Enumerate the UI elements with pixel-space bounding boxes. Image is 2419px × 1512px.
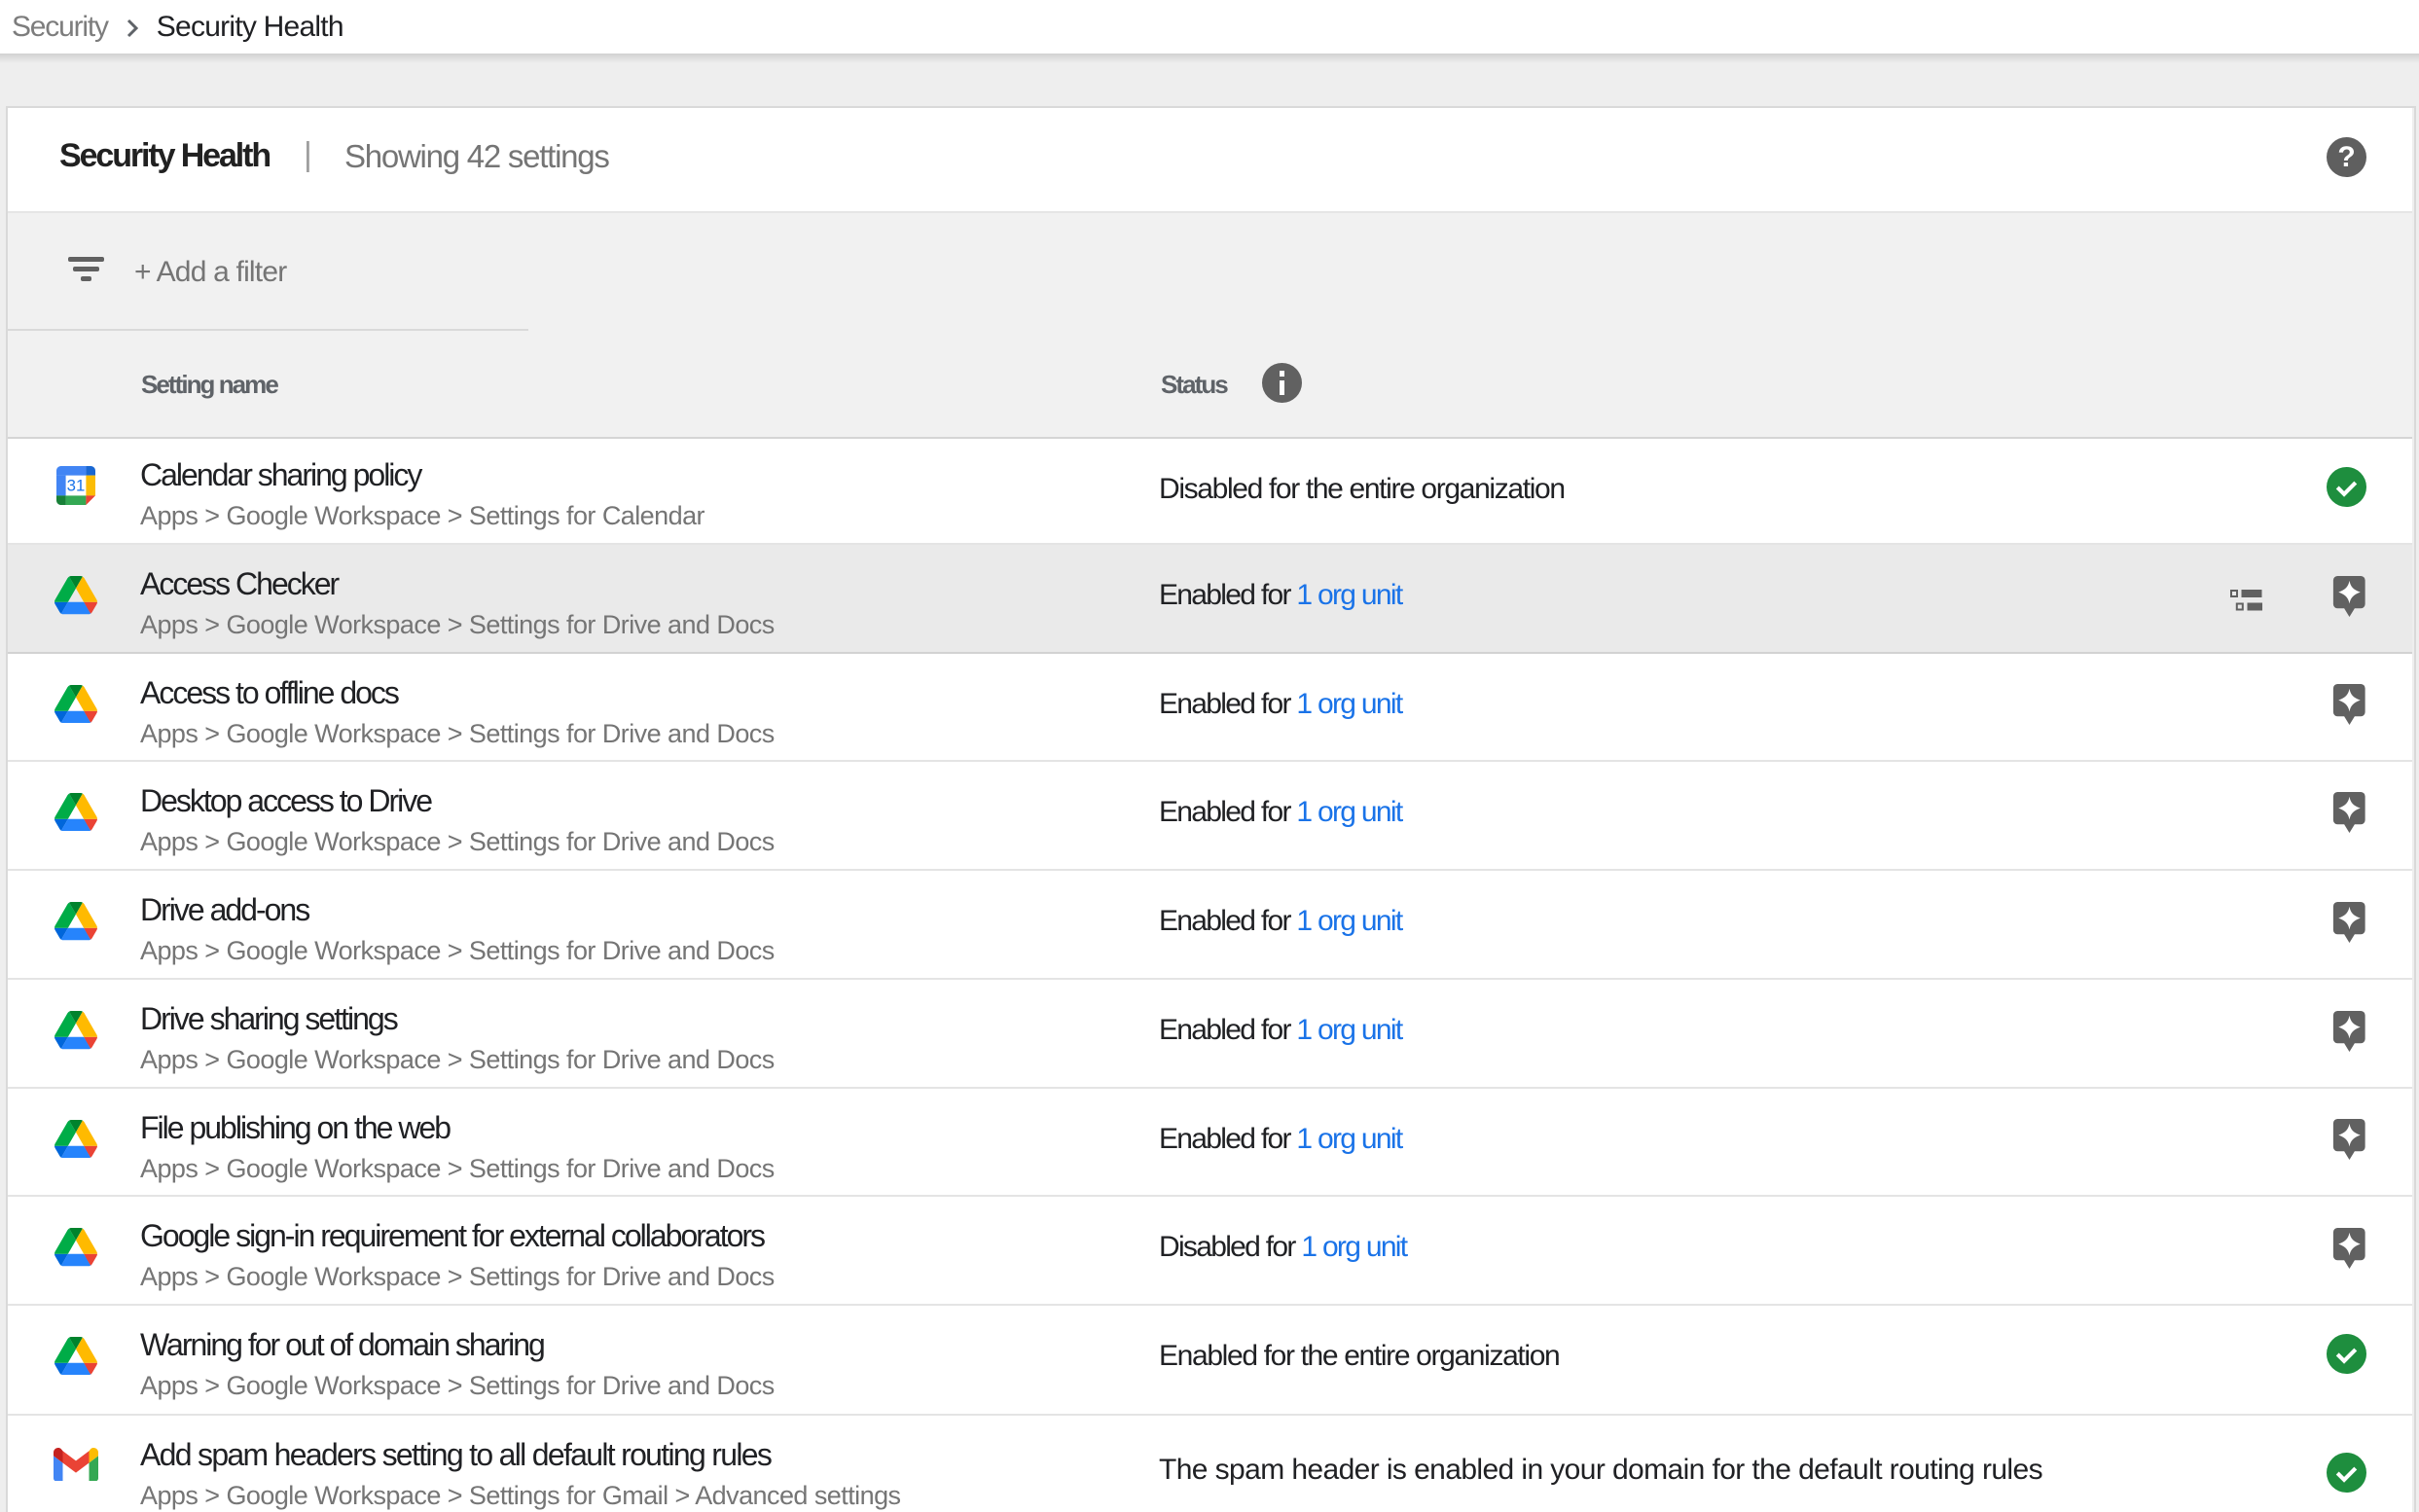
svg-text:31: 31: [67, 477, 86, 495]
